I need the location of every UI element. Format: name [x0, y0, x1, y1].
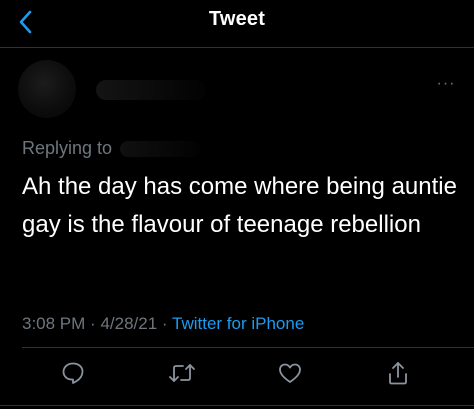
bottom-divider — [0, 405, 474, 406]
more-horizontal-icon: ··· — [436, 75, 456, 92]
author-name-obscured[interactable] — [96, 80, 206, 100]
replying-to-label: Replying to — [22, 138, 113, 158]
like-icon — [277, 361, 303, 385]
nav-divider — [0, 47, 474, 48]
nav-bar: Tweet — [0, 0, 474, 44]
tweet-text: Ah the day has come where being auntie g… — [22, 173, 457, 238]
retweet-icon — [168, 360, 196, 386]
reply-button[interactable] — [56, 356, 90, 390]
meta-separator: · — [90, 314, 96, 333]
more-button[interactable]: ··· — [432, 74, 460, 94]
like-button[interactable] — [273, 356, 307, 390]
tweet-date: 4/28/21 — [100, 314, 158, 333]
action-bar — [0, 356, 474, 390]
reply-icon — [60, 360, 86, 386]
replying-handle-obscured[interactable] — [120, 141, 201, 158]
meta-separator: · — [161, 314, 168, 333]
avatar[interactable] — [18, 60, 76, 118]
tweet-meta: 3:08 PM · 4/28/21 · Twitter for iPhone — [22, 314, 304, 334]
replying-to: Replying to — [22, 138, 201, 159]
share-button[interactable] — [381, 356, 415, 390]
meta-divider — [22, 347, 474, 348]
tweet-source-link[interactable]: Twitter for iPhone — [172, 314, 304, 333]
tweet-time: 3:08 PM — [22, 314, 86, 333]
page-title: Tweet — [208, 8, 266, 30]
share-icon — [386, 360, 410, 386]
retweet-button[interactable] — [165, 356, 199, 390]
